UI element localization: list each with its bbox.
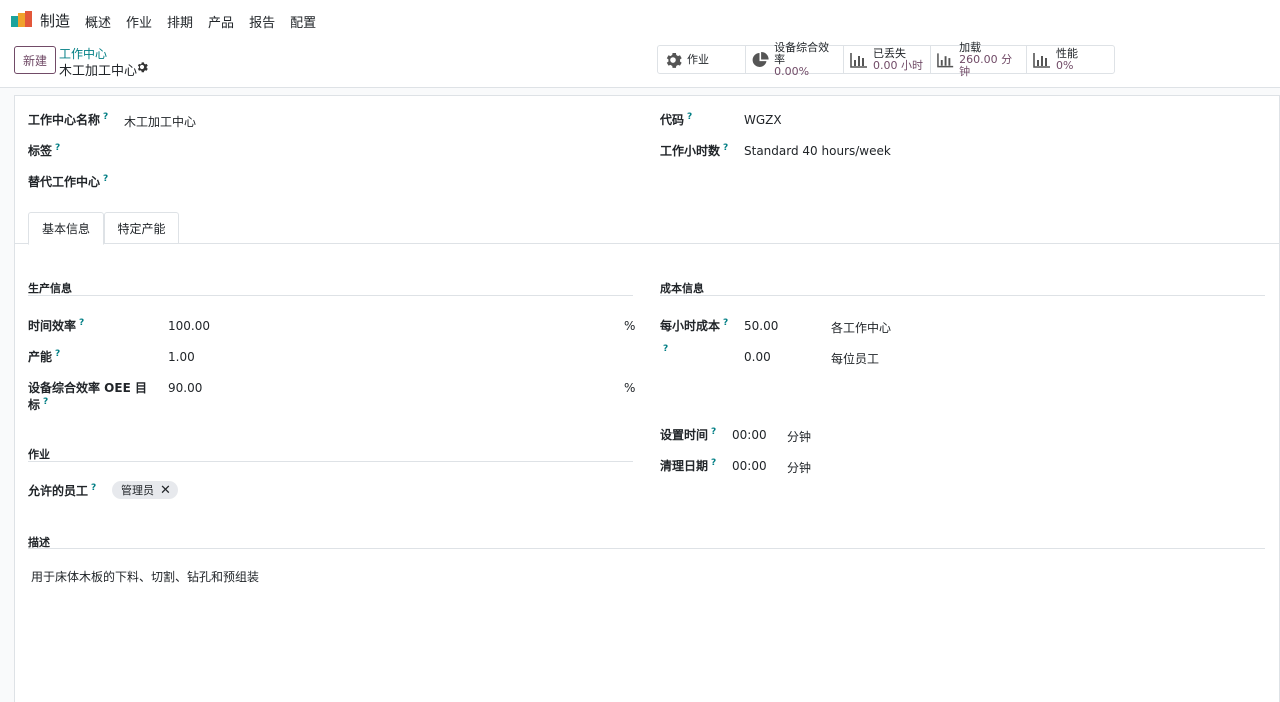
stat-lost-label: 已丢失 xyxy=(873,46,906,60)
stat-performance-label: 性能 xyxy=(1056,46,1078,60)
cost-per-hour-field[interactable]: 50.00 xyxy=(744,319,778,333)
stat-operations-button[interactable]: 作业 xyxy=(658,46,746,73)
cost-info-separator xyxy=(660,295,1265,296)
time-efficiency-label: 时间效率? xyxy=(28,318,85,333)
name-field[interactable]: 木工加工中心 xyxy=(124,113,196,130)
remove-tag-icon[interactable]: ✕ xyxy=(160,483,171,498)
time-efficiency-field[interactable]: 100.00 xyxy=(168,319,210,333)
allowed-employees-label: 允许的员工? xyxy=(28,483,97,498)
stat-oee-value: 0.00% xyxy=(774,64,810,78)
stat-oee-label: 设备综合效率 xyxy=(774,40,830,66)
oee-target-label: 设备综合效率 OEE 目 xyxy=(28,381,147,395)
capacity-label: 产能? xyxy=(28,349,61,364)
employee-tag-label: 管理员 xyxy=(121,484,154,497)
working-hours-field[interactable]: Standard 40 hours/week xyxy=(744,144,891,158)
production-info-title: 生产信息 xyxy=(28,282,72,295)
oee-target-field[interactable]: 90.00 xyxy=(168,381,202,395)
operations-separator xyxy=(28,461,633,462)
menu-item-configuration[interactable]: 配置 xyxy=(290,12,316,31)
oee-target-unit: % xyxy=(624,381,636,395)
tab-specific-capacity[interactable]: 特定产能 xyxy=(104,212,179,244)
breadcrumb-current: 木工加工中心 xyxy=(59,64,138,79)
cleanup-time-unit: 分钟 xyxy=(787,461,812,475)
app-logo-icon[interactable] xyxy=(11,11,33,27)
top-navbar: 制造 概述 作业 排期 产品 报告 配置 xyxy=(0,0,1280,38)
description-separator xyxy=(28,548,1265,549)
time-efficiency-unit: % xyxy=(624,319,636,333)
bar-chart-icon xyxy=(1033,52,1050,68)
stat-oee-button[interactable]: 设备综合效率 0.00% xyxy=(746,41,844,77)
stat-performance-value: 0% xyxy=(1056,58,1074,72)
employee-cost-field[interactable]: 0.00 xyxy=(744,350,771,364)
control-panel: 新建 工作中心 木工加工中心 作业 设备综合效率 0.00% 已丢失 0.00 … xyxy=(0,38,1280,88)
production-info-separator xyxy=(28,295,633,296)
oee-target-label-cont: 标? xyxy=(28,397,49,412)
menu-item-planning[interactable]: 排期 xyxy=(167,12,193,31)
alternative-workcenter-label: 替代工作中心? xyxy=(28,174,109,189)
employee-cost-help: ? xyxy=(663,344,669,354)
tags-field[interactable] xyxy=(124,140,624,160)
smart-buttons: 作业 设备综合效率 0.00% 已丢失 0.00 小时 加载 260.00 分钟… xyxy=(657,41,1115,77)
setup-time-field[interactable]: 00:00 xyxy=(732,428,767,442)
main-menu: 概述 作业 排期 产品 报告 配置 xyxy=(85,12,331,31)
bar-chart-icon xyxy=(850,52,867,68)
stat-load-button[interactable]: 加载 260.00 分钟 xyxy=(931,41,1027,77)
tags-label: 标签? xyxy=(28,143,61,158)
setup-time-unit: 分钟 xyxy=(787,430,812,444)
alternative-workcenter-field[interactable] xyxy=(124,171,624,191)
menu-item-operations[interactable]: 作业 xyxy=(126,12,152,31)
cleanup-time-field[interactable]: 00:00 xyxy=(732,459,767,473)
employee-cost-unit: 每位员工 xyxy=(831,352,880,366)
tab-general-info[interactable]: 基本信息 xyxy=(28,212,104,245)
cleanup-time-label: 清理日期? xyxy=(660,458,717,473)
app-name[interactable]: 制造 xyxy=(40,10,70,31)
code-field[interactable]: WGZX xyxy=(744,113,782,127)
cost-info-title: 成本信息 xyxy=(660,282,704,295)
stat-operations-label: 作业 xyxy=(687,52,709,66)
pie-chart-icon xyxy=(752,51,769,67)
capacity-field[interactable]: 1.00 xyxy=(168,350,195,364)
stat-lost-button[interactable]: 已丢失 0.00 小时 xyxy=(844,46,931,73)
stat-load-value: 260.00 分钟 xyxy=(959,52,1013,78)
menu-item-overview[interactable]: 概述 xyxy=(85,12,111,31)
setup-time-label: 设置时间? xyxy=(660,427,717,442)
menu-item-reporting[interactable]: 报告 xyxy=(249,12,275,31)
operations-title: 作业 xyxy=(28,448,50,461)
menu-item-products[interactable]: 产品 xyxy=(208,12,234,31)
employee-tag: 管理员 ✕ xyxy=(112,481,178,499)
record-actions-gear-icon[interactable] xyxy=(136,61,148,73)
new-button[interactable]: 新建 xyxy=(14,46,56,74)
name-label: 工作中心名称? xyxy=(28,112,109,127)
code-label: 代码? xyxy=(660,112,693,127)
working-hours-label: 工作小时数? xyxy=(660,143,729,158)
gear-icon xyxy=(666,52,682,68)
notebook-tabs: 基本信息 特定产能 xyxy=(15,212,1280,245)
form-sheet: 工作中心名称? 木工加工中心 标签? 替代工作中心? 代码? WGZX 工作小时… xyxy=(14,95,1280,702)
bar-chart-icon xyxy=(937,52,954,67)
stat-lost-value: 0.00 小时 xyxy=(873,58,923,72)
cost-per-hour-unit: 各工作中心 xyxy=(831,321,892,335)
cost-per-hour-label: 每小时成本? xyxy=(660,318,729,333)
stat-load-label: 加载 xyxy=(959,40,982,54)
stat-performance-button[interactable]: 性能 0% xyxy=(1027,46,1114,73)
description-field[interactable]: 用于床体木板的下料、切割、钻孔和预组装 xyxy=(31,568,259,585)
